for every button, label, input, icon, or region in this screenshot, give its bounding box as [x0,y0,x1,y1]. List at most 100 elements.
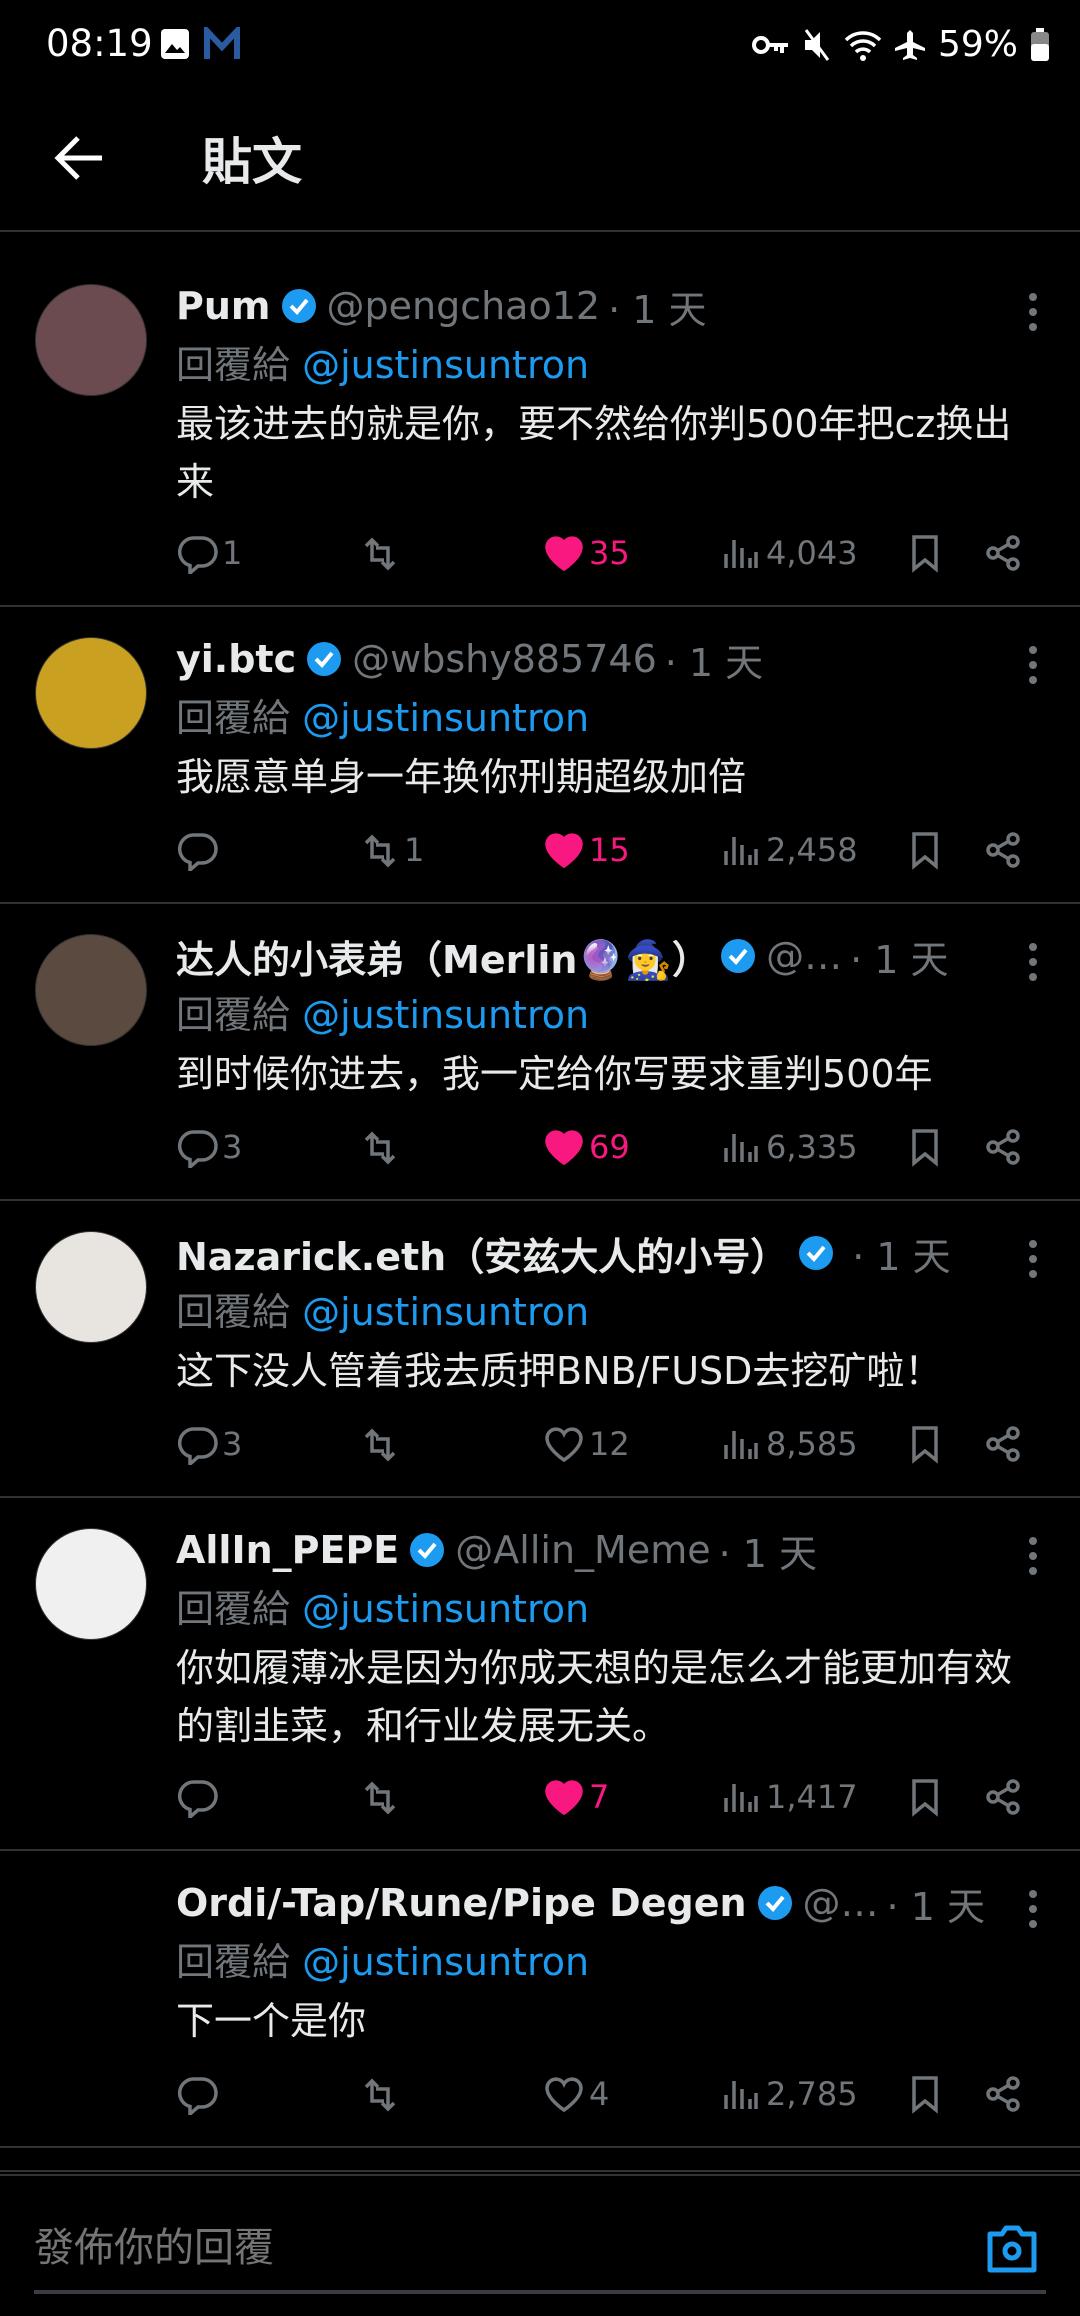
display-name[interactable]: yi.btc [176,637,296,681]
user-handle[interactable]: @Allin_Meme [455,1528,710,1572]
reply-post[interactable]: yi.btc @wbshy885746 · 1 天 回覆給 @justinsun… [0,607,1080,904]
more-options-icon[interactable] [1026,1239,1040,1279]
views-button[interactable]: 2,458 [720,820,858,880]
views-button[interactable]: 6,335 [720,1117,858,1177]
verified-badge-icon [281,289,316,323]
mention-link[interactable]: @justinsuntron [302,993,589,1037]
repost-button[interactable] [358,1767,404,1827]
user-handle[interactable]: @… [766,934,842,978]
user-handle[interactable]: @… [803,1881,879,1925]
share-icon [986,2076,1020,2112]
view-count: 1,417 [766,1778,858,1816]
battery-icon [1031,27,1049,61]
views-chart-icon [724,1134,758,1162]
avatar[interactable] [35,284,147,396]
like-button[interactable]: 15 [543,820,630,880]
reply-button[interactable] [176,820,222,880]
reply-button[interactable]: 3 [176,1414,242,1474]
more-options-icon[interactable] [1026,292,1040,332]
avatar[interactable] [35,934,147,1046]
reply-post[interactable]: Pum @pengchao12 · 1 天 回覆給 @justinsuntron… [0,254,1080,607]
bookmark-button[interactable] [904,1414,946,1474]
repost-button[interactable] [358,523,404,583]
status-time: 08:19 [46,22,153,65]
like-count: 4 [589,2075,610,2113]
more-options-icon[interactable] [1026,645,1040,685]
mention-link[interactable]: @justinsuntron [302,1940,589,1984]
reply-post[interactable]: Nazarick.eth（安兹大人的小号） · 1 天 回覆給 @justins… [0,1201,1080,1498]
display-name[interactable]: Nazarick.eth（安兹大人的小号） [176,1226,788,1281]
user-handle[interactable]: @pengchao12 [327,284,601,328]
action-bar: 4 2,785 [0,2064,1080,2124]
repost-button[interactable]: 1 [358,820,424,880]
bookmark-button[interactable] [904,820,946,880]
mention-link[interactable]: @justinsuntron [302,343,589,387]
bookmark-button[interactable] [904,1767,946,1827]
share-button[interactable] [983,1767,1025,1827]
mention-link[interactable]: @justinsuntron [302,1587,589,1631]
mention-link[interactable]: @justinsuntron [302,1290,589,1334]
reply-post[interactable]: 达人的小表弟（Merlin🔮🧙‍♀️） @… · 1 天 回覆給 @justin… [0,904,1080,1201]
more-options-icon[interactable] [1026,1536,1040,1576]
display-name[interactable]: AllIn_PEPE [176,1528,399,1572]
bookmark-button[interactable] [904,2064,946,2124]
reply-post[interactable]: Ordi/-Tap/Rune/Pipe Degen @… · 1 天 回覆給 @… [0,1851,1080,2148]
reply-icon [177,1130,218,1168]
more-options-icon[interactable] [1026,942,1040,982]
view-count: 8,585 [766,1425,858,1463]
back-arrow-icon[interactable] [50,128,110,188]
like-button[interactable]: 12 [543,1414,630,1474]
reply-button[interactable]: 3 [176,1117,242,1177]
reply-button[interactable] [176,2064,222,2124]
display-name[interactable]: Ordi/-Tap/Rune/Pipe Degen [176,1881,747,1925]
bookmark-icon [912,1129,938,1167]
share-button[interactable] [983,1414,1025,1474]
action-bar: 3 69 6,335 [0,1117,1080,1177]
camera-icon[interactable] [984,2220,1040,2276]
repost-icon [364,834,396,868]
repost-button[interactable] [358,1117,404,1177]
like-button[interactable]: 69 [543,1117,630,1177]
verified-badge-icon [799,1236,834,1270]
reply-count: 3 [222,1425,243,1463]
views-button[interactable]: 8,585 [720,1414,858,1474]
share-icon [986,1129,1020,1165]
bookmark-button[interactable] [904,523,946,583]
reply-button[interactable] [176,1767,222,1827]
share-button[interactable] [983,1117,1025,1177]
reply-button[interactable]: 1 [176,523,242,583]
view-count: 2,458 [766,831,858,869]
like-button[interactable]: 4 [543,2064,609,2124]
like-button[interactable]: 7 [543,1767,609,1827]
repost-button[interactable] [358,1414,404,1474]
reply-prefix: 回覆給 [176,1290,291,1334]
user-handle[interactable]: @wbshy885746 [352,637,657,681]
reply-input[interactable] [34,2226,549,2271]
share-button[interactable] [983,2064,1025,2124]
avatar[interactable] [35,1881,147,1993]
share-button[interactable] [983,820,1025,880]
share-button[interactable] [983,523,1025,583]
repost-button[interactable] [358,2064,404,2124]
views-button[interactable]: 4,043 [720,523,858,583]
share-icon [986,832,1020,868]
reply-post[interactable]: AllIn_PEPE @Allin_Meme · 1 天 回覆給 @justin… [0,1498,1080,1851]
avatar[interactable] [35,1528,147,1640]
display-name[interactable]: 达人的小表弟（Merlin🔮🧙‍♀️） [176,929,710,984]
reply-context: 回覆給 @justinsuntron [176,689,1020,748]
avatar[interactable] [35,1231,147,1343]
reply-composer [0,2174,1080,2316]
display-name[interactable]: Pum [176,284,271,328]
views-button[interactable]: 2,785 [720,2064,858,2124]
views-chart-icon [724,540,758,568]
post-time: · 1 天 [886,1884,985,1929]
avatar[interactable] [35,637,147,749]
bookmark-button[interactable] [904,1117,946,1177]
view-count: 4,043 [766,534,858,572]
like-button[interactable]: 35 [543,523,630,583]
mention-link[interactable]: @justinsuntron [302,696,589,740]
reply-context: 回覆給 @justinsuntron [176,1933,1020,1992]
more-options-icon[interactable] [1026,1889,1040,1929]
wifi-icon [844,30,882,61]
views-button[interactable]: 1,417 [720,1767,858,1827]
